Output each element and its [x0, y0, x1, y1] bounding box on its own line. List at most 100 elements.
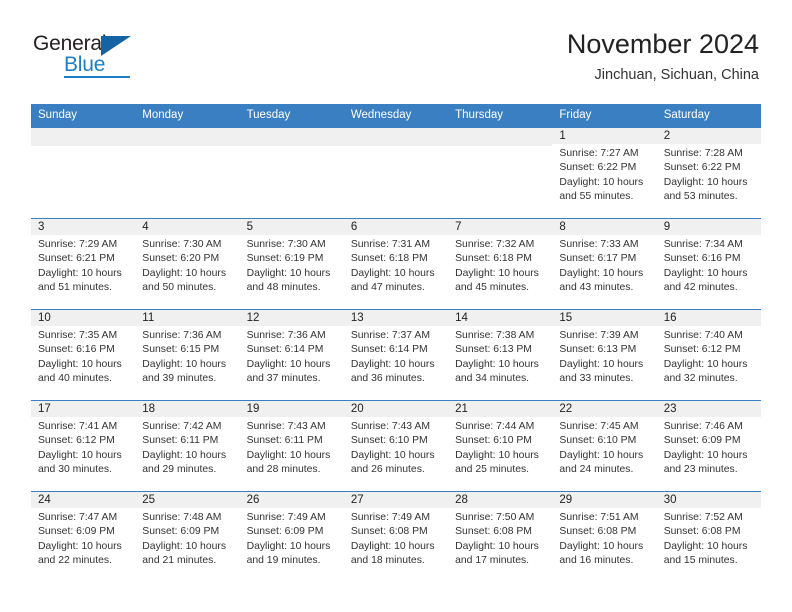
day-sun-info: Sunrise: 7:42 AM Sunset: 6:11 PM Daylight:… — [135, 417, 239, 477]
calendar-day-cell[interactable]: 22 Sunrise: 7:45 AM Sunset: 6:10 PM Dayligh… — [552, 400, 657, 492]
calendar-day-cell[interactable]: 5 Sunrise: 7:30 AM Sunset: 6:19 PM Daylight… — [239, 218, 344, 310]
calendar-day-cell[interactable]: 23 Sunrise: 7:46 AM Sunset: 6:09 PM Dayligh… — [656, 400, 761, 492]
daylight-duration-line2: and 50 minutes. — [142, 281, 217, 293]
sunrise-time: Sunrise: 7:43 AM — [350, 421, 430, 432]
day-number: 7 — [448, 219, 553, 235]
day-number — [239, 127, 344, 146]
sunset-time: Sunset: 6:08 PM — [350, 526, 428, 538]
calendar-day-cell[interactable]: 13 Sunrise: 7:37 AM Sunset: 6:14 PM Dayligh… — [343, 309, 449, 401]
sunset-time: Sunset: 6:12 PM — [663, 344, 741, 356]
weekday-header-thursday: Thursday — [448, 104, 553, 128]
day-number: 6 — [343, 219, 449, 235]
weekday-header-sunday: Sunday — [31, 104, 136, 128]
daylight-duration-line1: Daylight: 10 hours — [663, 540, 748, 552]
calendar-cell-empty — [343, 127, 449, 219]
logo-underline — [64, 76, 130, 78]
weekday-header-saturday: Saturday — [656, 104, 761, 128]
calendar-day-cell[interactable]: 6 Sunrise: 7:31 AM Sunset: 6:18 PM Daylight… — [343, 218, 449, 310]
sunrise-time: Sunrise: 7:39 AM — [559, 330, 639, 341]
sunset-time: Sunset: 6:19 PM — [246, 253, 324, 265]
calendar-week-row: 3 Sunrise: 7:29 AM Sunset: 6:21 PM Daylight… — [31, 218, 761, 310]
sunrise-time: Sunrise: 7:37 AM — [350, 330, 430, 341]
calendar-day-cell[interactable]: 25 Sunrise: 7:48 AM Sunset: 6:09 PM Dayligh… — [135, 491, 240, 582]
weekday-header-tuesday: Tuesday — [239, 104, 344, 128]
calendar-day-cell[interactable]: 24 Sunrise: 7:47 AM Sunset: 6:09 PM Dayligh… — [31, 491, 136, 582]
sunset-time: Sunset: 6:09 PM — [663, 435, 741, 447]
sunrise-time: Sunrise: 7:40 AM — [663, 330, 743, 341]
sunset-time: Sunset: 6:20 PM — [142, 253, 220, 265]
calendar-day-cell[interactable]: 15 Sunrise: 7:39 AM Sunset: 6:13 PM Dayligh… — [552, 309, 657, 401]
day-number: 13 — [343, 310, 449, 326]
daylight-duration-line2: and 22 minutes. — [38, 554, 112, 566]
sunset-time: Sunset: 6:18 PM — [350, 253, 428, 265]
calendar-day-cell[interactable]: 27 Sunrise: 7:49 AM Sunset: 6:08 PM Dayligh… — [343, 491, 449, 582]
daylight-duration-line2: and 25 minutes. — [455, 463, 530, 475]
daylight-duration-line1: Daylight: 10 hours — [350, 267, 435, 279]
daylight-duration-line1: Daylight: 10 hours — [142, 267, 227, 279]
calendar-day-cell[interactable]: 26 Sunrise: 7:49 AM Sunset: 6:09 PM Dayligh… — [239, 491, 344, 582]
day-number — [343, 127, 449, 146]
calendar-day-cell[interactable]: 10 Sunrise: 7:35 AM Sunset: 6:16 PM Dayligh… — [31, 309, 136, 401]
calendar-day-cell[interactable]: 29 Sunrise: 7:51 AM Sunset: 6:08 PM Dayligh… — [552, 491, 657, 582]
day-sun-info: Sunrise: 7:30 AM Sunset: 6:20 PM Daylight:… — [135, 235, 239, 295]
general-blue-logo[interactable]: General Blue — [33, 32, 153, 84]
daylight-duration-line2: and 37 minutes. — [246, 372, 321, 384]
daylight-duration-line1: Daylight: 10 hours — [246, 358, 331, 370]
calendar-day-cell[interactable]: 28 Sunrise: 7:50 AM Sunset: 6:08 PM Dayligh… — [448, 491, 553, 582]
sunrise-time: Sunrise: 7:49 AM — [246, 512, 326, 523]
daylight-duration-line1: Daylight: 10 hours — [663, 176, 748, 188]
sunrise-time: Sunrise: 7:38 AM — [455, 330, 535, 341]
calendar-day-cell[interactable]: 8 Sunrise: 7:33 AM Sunset: 6:17 PM Daylight… — [552, 218, 657, 310]
calendar-day-cell[interactable]: 7 Sunrise: 7:32 AM Sunset: 6:18 PM Daylight… — [448, 218, 553, 310]
day-number: 22 — [552, 401, 657, 417]
calendar-day-cell[interactable]: 12 Sunrise: 7:36 AM Sunset: 6:14 PM Dayligh… — [239, 309, 344, 401]
calendar-week-row: 17 Sunrise: 7:41 AM Sunset: 6:12 PM Dayligh… — [31, 400, 761, 492]
sunset-time: Sunset: 6:09 PM — [246, 526, 324, 538]
daylight-duration-line2: and 32 minutes. — [663, 372, 738, 384]
calendar-day-cell[interactable]: 14 Sunrise: 7:38 AM Sunset: 6:13 PM Dayligh… — [448, 309, 553, 401]
sunrise-time: Sunrise: 7:45 AM — [559, 421, 639, 432]
daylight-duration-line1: Daylight: 10 hours — [246, 540, 331, 552]
daylight-duration-line2: and 55 minutes. — [559, 190, 634, 202]
sunrise-time: Sunrise: 7:30 AM — [142, 239, 222, 250]
calendar-day-cell[interactable]: 16 Sunrise: 7:40 AM Sunset: 6:12 PM Dayligh… — [656, 309, 761, 401]
calendar-day-cell[interactable]: 19 Sunrise: 7:43 AM Sunset: 6:11 PM Dayligh… — [239, 400, 344, 492]
sunset-time: Sunset: 6:08 PM — [663, 526, 741, 538]
calendar-day-cell[interactable]: 20 Sunrise: 7:43 AM Sunset: 6:10 PM Dayligh… — [343, 400, 449, 492]
calendar-day-cell[interactable]: 1 Sunrise: 7:27 AM Sunset: 6:22 PM Daylight… — [552, 127, 657, 219]
calendar-day-cell[interactable]: 11 Sunrise: 7:36 AM Sunset: 6:15 PM Dayligh… — [135, 309, 240, 401]
sunrise-time: Sunrise: 7:47 AM — [38, 512, 118, 523]
day-number: 26 — [239, 492, 344, 508]
day-sun-info: Sunrise: 7:30 AM Sunset: 6:19 PM Daylight:… — [240, 235, 344, 295]
daylight-duration-line2: and 48 minutes. — [246, 281, 321, 293]
daylight-duration-line1: Daylight: 10 hours — [246, 449, 331, 461]
day-number: 25 — [135, 492, 240, 508]
daylight-duration-line1: Daylight: 10 hours — [455, 267, 539, 279]
calendar-day-cell[interactable]: 4 Sunrise: 7:30 AM Sunset: 6:20 PM Daylight… — [135, 218, 240, 310]
calendar-cell-empty — [31, 127, 136, 219]
daylight-duration-line2: and 53 minutes. — [663, 190, 738, 202]
day-sun-info: Sunrise: 7:49 AM Sunset: 6:09 PM Daylight:… — [240, 508, 344, 568]
day-number: 29 — [552, 492, 657, 508]
sunset-time: Sunset: 6:11 PM — [246, 435, 323, 447]
sunset-time: Sunset: 6:10 PM — [455, 435, 532, 447]
daylight-duration-line2: and 24 minutes. — [559, 463, 634, 475]
calendar-day-cell[interactable]: 30 Sunrise: 7:52 AM Sunset: 6:08 PM Dayligh… — [656, 491, 761, 582]
day-sun-info: Sunrise: 7:48 AM Sunset: 6:09 PM Daylight:… — [135, 508, 239, 568]
daylight-duration-line2: and 28 minutes. — [246, 463, 321, 475]
calendar-day-cell[interactable]: 17 Sunrise: 7:41 AM Sunset: 6:12 PM Dayligh… — [31, 400, 136, 492]
page-subtitle: Jinchuan, Sichuan, China — [594, 67, 759, 83]
calendar-day-cell[interactable]: 21 Sunrise: 7:44 AM Sunset: 6:10 PM Dayligh… — [448, 400, 553, 492]
calendar-day-cell[interactable]: 9 Sunrise: 7:34 AM Sunset: 6:16 PM Daylight… — [656, 218, 761, 310]
daylight-duration-line1: Daylight: 10 hours — [455, 540, 539, 552]
calendar-week-row: 1 Sunrise: 7:27 AM Sunset: 6:22 PM Daylight… — [31, 127, 761, 219]
daylight-duration-line2: and 26 minutes. — [350, 463, 425, 475]
daylight-duration-line1: Daylight: 10 hours — [38, 540, 122, 552]
calendar-day-cell[interactable]: 18 Sunrise: 7:42 AM Sunset: 6:11 PM Dayligh… — [135, 400, 240, 492]
calendar-day-cell[interactable]: 3 Sunrise: 7:29 AM Sunset: 6:21 PM Daylight… — [31, 218, 136, 310]
day-number: 15 — [552, 310, 657, 326]
daylight-duration-line2: and 15 minutes. — [663, 554, 738, 566]
daylight-duration-line2: and 39 minutes. — [142, 372, 217, 384]
sunset-time: Sunset: 6:14 PM — [246, 344, 324, 356]
calendar-day-cell[interactable]: 2 Sunrise: 7:28 AM Sunset: 6:22 PM Daylight… — [656, 127, 761, 219]
